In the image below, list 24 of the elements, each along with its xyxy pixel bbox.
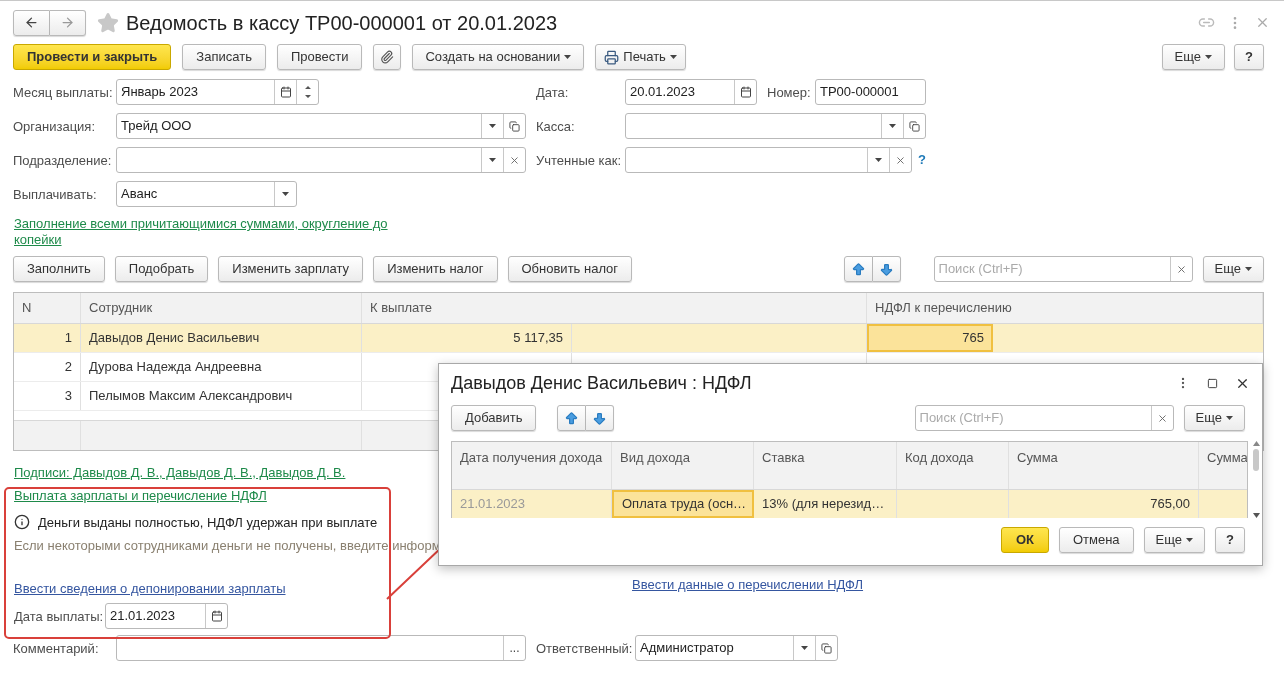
table-cell: Пелымов Максим Александрович — [81, 382, 362, 410]
table-cell: 13% (для нерезид… — [754, 490, 897, 518]
table-cell: 3 — [14, 382, 81, 410]
field-label: Месяц выплаты: — [13, 85, 113, 100]
table-cell: Дурова Надежда Андреевна — [81, 353, 362, 381]
table-cell: 5 117,35 — [362, 324, 572, 352]
field-label: Выплачивать: — [13, 187, 97, 202]
table-cell: 765 — [867, 324, 993, 352]
field-label: Организация: — [13, 119, 96, 134]
field-label: Комментарий: — [13, 641, 99, 656]
table-cell: 2 — [14, 353, 81, 381]
field-label: Номер: — [767, 85, 811, 100]
field-label: Дата выплаты: — [14, 609, 104, 624]
info-text: Деньги выданы полностью, НДФЛ удержан при выплате — [38, 513, 378, 532]
field-label: Подразделение: — [13, 153, 112, 168]
table-cell: Давыдов Денис Васильевич — [81, 324, 362, 352]
window-title: Ведомость в кассу ТР00-000001 от 20.01.2023 — [126, 10, 558, 36]
field-label: Ответственный: — [536, 641, 633, 656]
field-label: Дата: — [536, 85, 569, 100]
table-cell: 1 — [14, 324, 81, 352]
table-cell: Оплата труда (осн… — [612, 490, 754, 518]
table-cell: 765,00 — [1009, 490, 1199, 518]
field-label: Касса: — [536, 119, 575, 134]
field-label: Учтенные как: — [536, 153, 622, 168]
